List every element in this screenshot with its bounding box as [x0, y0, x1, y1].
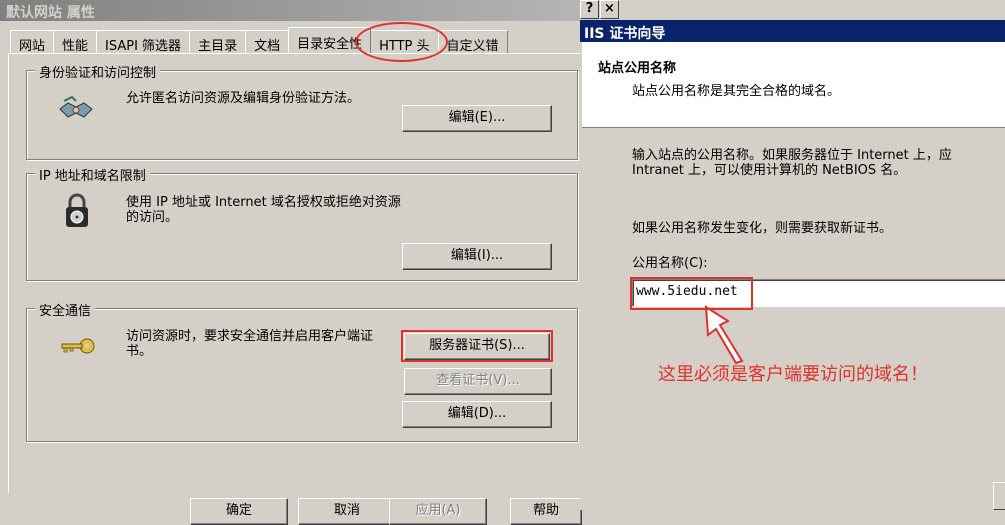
tab-performance[interactable]: 性能 [53, 30, 98, 54]
secure-description: 访问资源时，要求安全通信并启用客户端证书。 [126, 329, 374, 359]
help-icon[interactable]: ? [580, 0, 599, 19]
instruction-line-2: Intranet 上，可以使用计算机的 NetBIOS 名。 [632, 163, 907, 178]
server-certificate-button[interactable]: 服务器证书(S)... [404, 333, 550, 360]
tab-website[interactable]: 网站 [10, 30, 55, 54]
cancel-button[interactable]: 取消 [298, 498, 396, 525]
key-icon [60, 336, 96, 372]
auth-group-title: 身份验证和访问控制 [35, 62, 161, 81]
auth-description: 允许匿名访问资源及编辑身份验证方法。 [126, 91, 361, 106]
handshake-icon [58, 93, 94, 129]
tab-custom-errors[interactable]: 自定义错 [437, 30, 508, 54]
annotation-note: 这里必须是客户端要访问的域名！ [658, 364, 928, 385]
ip-group-title: IP 地址和域名限制 [35, 165, 150, 184]
instruction-line-1: 输入站点的公用名称。如果服务器位于 Internet 上，应 [632, 148, 952, 163]
dialog-title: 默认网站 属性 [0, 0, 582, 21]
tab-isapi-filters[interactable]: ISAPI 筛选器 [96, 30, 191, 54]
ok-button[interactable]: 确定 [190, 498, 288, 525]
scrollbar-fragment[interactable] [993, 482, 1005, 510]
wizard-header: 站点公用名称 站点公用名称是其完全合格的域名。 [582, 42, 1005, 128]
secure-edit-button[interactable]: 编辑(D)... [402, 401, 552, 428]
tab-strip: 网站 性能 ISAPI 筛选器 主目录 文档 目录安全性 HTTP 头 自定义错 [10, 27, 508, 54]
wizard-step-title: 站点公用名称 [598, 61, 677, 76]
common-name-label: 公用名称(C): [632, 256, 708, 271]
wizard-title: IIS 证书向导 [580, 20, 1005, 42]
close-icon[interactable]: × [600, 0, 619, 19]
tab-home-directory[interactable]: 主目录 [189, 30, 247, 54]
padlock-icon [62, 193, 98, 229]
view-certificate-button[interactable]: 查看证书(V)... [404, 368, 552, 395]
help-button[interactable]: 帮助 [510, 498, 582, 525]
site-properties-dialog: 默认网站 属性 网站 性能 ISAPI 筛选器 主目录 文档 目录安全性 HTT… [0, 0, 582, 525]
tab-directory-security[interactable]: 目录安全性 [288, 27, 372, 53]
certificate-warning: 如果公用名称发生变化，则需要获取新证书。 [632, 221, 893, 236]
apply-button[interactable]: 应用(A) [389, 498, 487, 525]
tab-http-headers[interactable]: HTTP 头 [370, 30, 439, 54]
iis-certificate-wizard: ? × IIS 证书向导 站点公用名称 站点公用名称是其完全合格的域名。 输入站… [580, 0, 1005, 510]
ip-edit-button[interactable]: 编辑(I)... [402, 243, 552, 270]
ip-description: 使用 IP 地址或 Internet 域名授权或拒绝对资源的访问。 [126, 195, 401, 225]
annotation-arrow-icon [704, 305, 744, 365]
tab-documents[interactable]: 文档 [245, 30, 290, 54]
wizard-step-subtitle: 站点公用名称是其完全合格的域名。 [632, 84, 841, 99]
auth-edit-button[interactable]: 编辑(E)... [402, 105, 552, 132]
common-name-input[interactable]: www.5iedu.net [632, 279, 1005, 307]
secure-group-title: 安全通信 [35, 300, 96, 319]
